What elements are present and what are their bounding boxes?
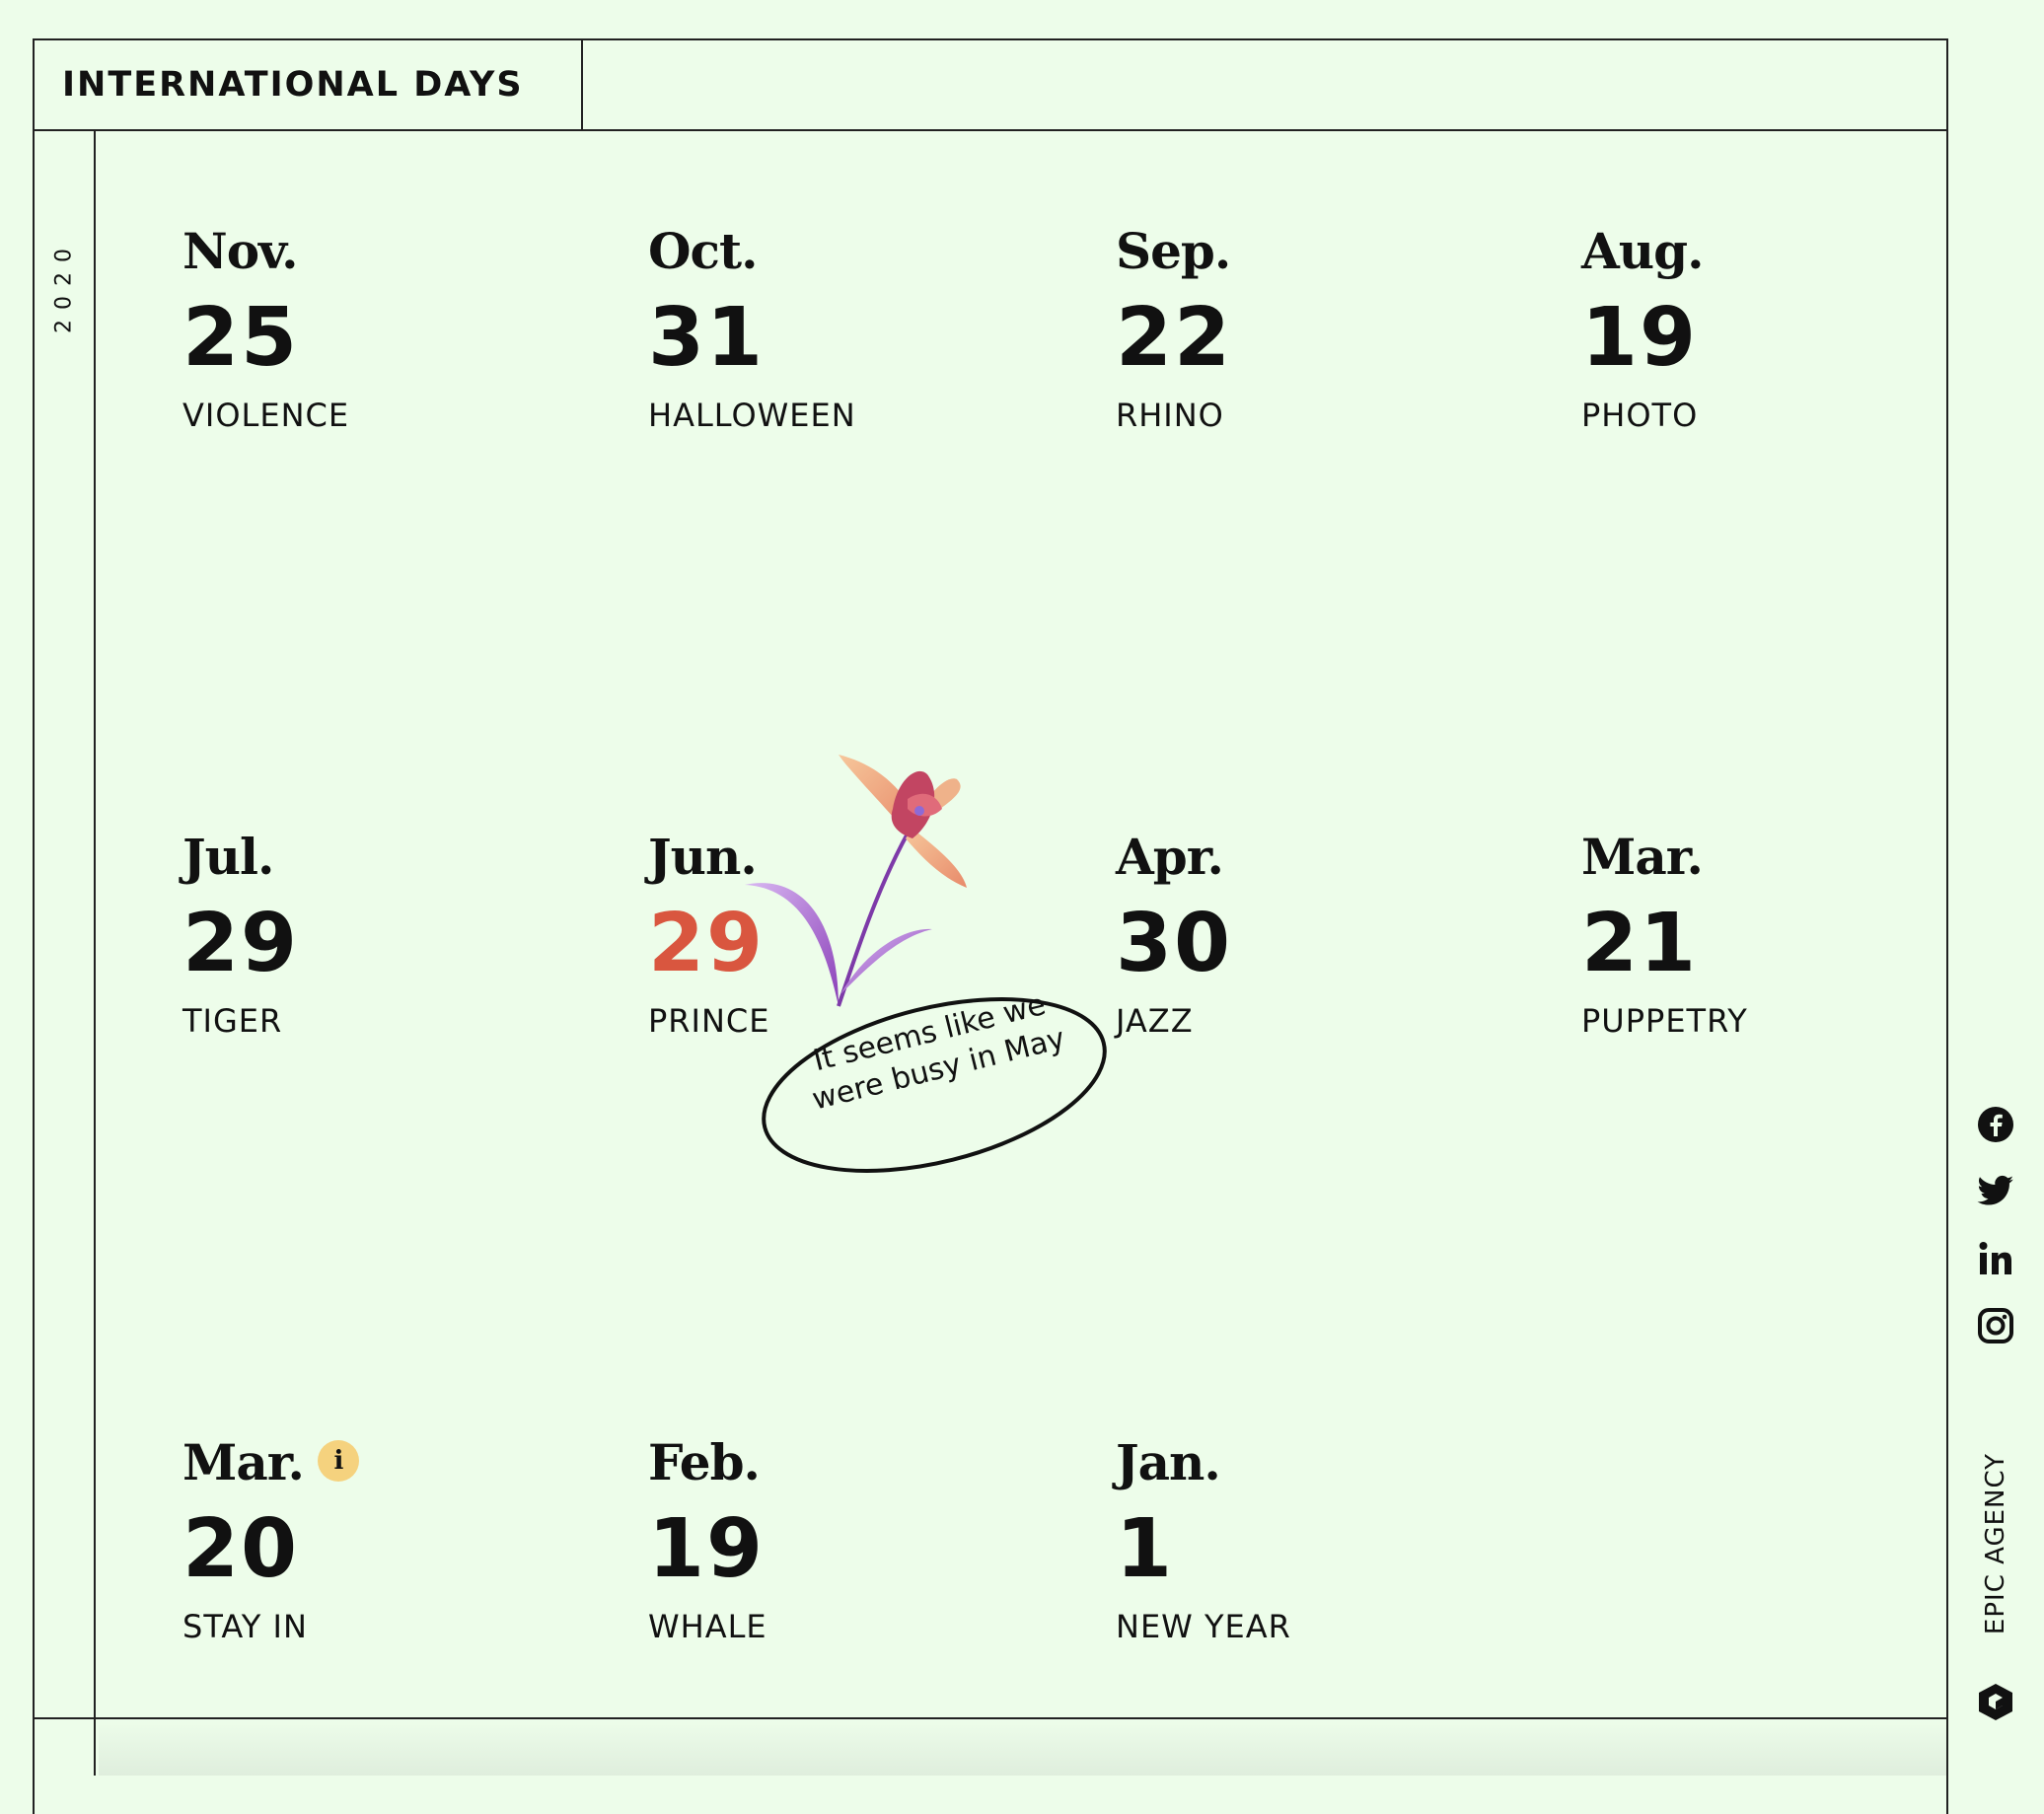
twitter-icon[interactable] [1973, 1169, 2018, 1214]
bottom-fade [99, 1719, 1946, 1776]
instagram-icon[interactable] [1973, 1303, 2018, 1348]
day-card[interactable]: Apr. 30 JAZZ [1116, 828, 1530, 1041]
day-month: Feb. [648, 1433, 761, 1491]
day-name: WHALE [648, 1608, 767, 1645]
day-name: VIOLENCE [182, 397, 350, 434]
day-month-text: Mar. [182, 1433, 305, 1491]
day-name: NEW YEAR [1116, 1608, 1291, 1645]
day-number: 19 [1581, 291, 1699, 385]
info-icon[interactable]: i [317, 1440, 359, 1482]
day-name: JAZZ [1116, 1002, 1194, 1040]
day-card[interactable]: Jan. 1 NEW YEAR [1116, 1433, 1530, 1646]
epic-agency-logo-icon[interactable] [1975, 1681, 2016, 1722]
day-month: Aug. [1581, 222, 1705, 280]
day-name: PHOTO [1581, 397, 1699, 434]
day-card[interactable]: Sep. 22 RHINO [1116, 222, 1530, 435]
day-month: Apr. [1116, 828, 1224, 886]
day-number: 1 [1116, 1502, 1175, 1596]
page-title: INTERNATIONAL DAYS [62, 65, 524, 105]
day-card[interactable]: Mar. i 20 STAY IN [182, 1438, 597, 1645]
day-number: 25 [182, 291, 300, 385]
facebook-icon[interactable] [1973, 1102, 2018, 1147]
day-card[interactable]: Jul. 29 TIGER [182, 828, 597, 1041]
day-card[interactable]: Aug. 19 PHOTO [1581, 222, 1996, 435]
day-number: 19 [648, 1502, 766, 1596]
day-number: 29 [182, 897, 300, 990]
day-month: Mar. i [182, 1438, 597, 1487]
day-number: 22 [1116, 291, 1233, 385]
linkedin-icon[interactable] [1973, 1236, 2018, 1281]
day-number: 31 [648, 291, 766, 385]
day-number: 21 [1581, 897, 1699, 990]
day-name: HALLOWEEN [648, 397, 856, 434]
day-name: TIGER [182, 1002, 283, 1040]
brand-label[interactable]: EPIC AGENCY [1981, 1453, 2010, 1634]
day-month: Sep. [1116, 222, 1231, 280]
day-card[interactable]: Oct. 31 HALLOWEEN [648, 222, 1062, 435]
day-month: Oct. [648, 222, 759, 280]
day-card[interactable]: Feb. 19 WHALE [648, 1433, 1062, 1646]
day-month: Jan. [1116, 1433, 1221, 1491]
day-month: Jul. [182, 828, 274, 886]
day-number: 30 [1116, 897, 1233, 990]
day-card[interactable]: Nov. 25 VIOLENCE [182, 222, 597, 435]
day-card[interactable]: Mar. 21 PUPPETRY [1581, 828, 1996, 1041]
day-name: RHINO [1116, 397, 1224, 434]
day-month: Nov. [182, 222, 298, 280]
year-rail [33, 131, 96, 1776]
year-label: 2020 [51, 239, 77, 333]
day-name: STAY IN [182, 1608, 308, 1645]
day-number: 20 [182, 1502, 300, 1596]
header-title-box: INTERNATIONAL DAYS [33, 38, 583, 131]
day-name: PUPPETRY [1581, 1002, 1748, 1040]
day-month: Mar. [1581, 828, 1704, 886]
